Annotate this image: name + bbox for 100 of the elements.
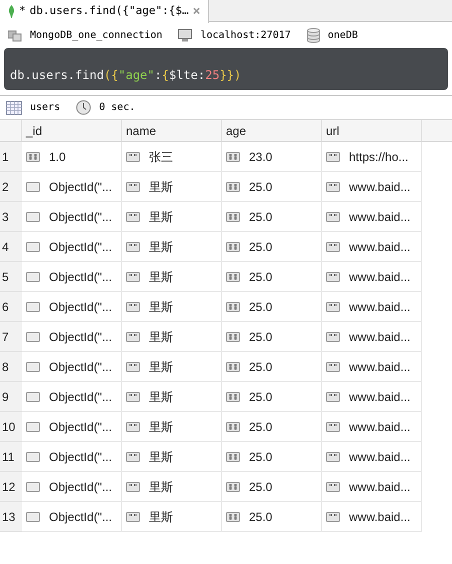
- modified-mark: *: [19, 3, 26, 20]
- server-address: localhost:27017: [200, 28, 291, 42]
- database-name: oneDB: [328, 28, 358, 42]
- table-cell-text: 23.0: [249, 148, 272, 166]
- table-cell-text: www.baid...: [349, 238, 410, 256]
- string-type-icon: [326, 512, 340, 522]
- string-type-icon: [126, 452, 140, 462]
- string-type-icon: [126, 482, 140, 492]
- table-cell-text: ObjectId("...: [49, 178, 112, 196]
- object-type-icon: [26, 362, 40, 372]
- string-type-icon: [326, 182, 340, 192]
- number-type-icon: [226, 332, 240, 342]
- table-cell-text: www.baid...: [349, 388, 410, 406]
- table-cell-text: 里斯: [149, 178, 173, 196]
- query-token: "age": [118, 67, 154, 84]
- string-type-icon: [126, 242, 140, 252]
- row-number: 6: [0, 292, 22, 322]
- number-type-icon: [226, 512, 240, 522]
- table-cell-text: 25.0: [249, 358, 272, 376]
- number-type-icon: [226, 212, 240, 222]
- table-cell-text: ObjectId("...: [49, 358, 112, 376]
- string-type-icon: [126, 422, 140, 432]
- object-type-icon: [26, 332, 40, 342]
- row-number: 9: [0, 382, 22, 412]
- table-cell-text: www.baid...: [349, 208, 410, 226]
- table-cell-text: 里斯: [149, 448, 173, 466]
- number-type-icon: [226, 452, 240, 462]
- table-cell-text: www.baid...: [349, 358, 410, 376]
- table-cell-text: ObjectId("...: [49, 478, 112, 496]
- table-cell-text: ObjectId("...: [49, 208, 112, 226]
- connection-name: MongoDB_one_connection: [30, 28, 162, 42]
- table-cell-text: 25.0: [249, 298, 272, 316]
- number-type-icon: [226, 272, 240, 282]
- collection-name: users: [30, 101, 60, 115]
- query-time: 0 sec.: [99, 101, 136, 115]
- number-type-icon: [226, 242, 240, 252]
- column-header[interactable]: age: [222, 120, 322, 141]
- row-number: 12: [0, 472, 22, 502]
- object-type-icon: [26, 182, 40, 192]
- table-cell-text: www.baid...: [349, 418, 410, 436]
- object-type-icon: [26, 512, 40, 522]
- string-type-icon: [126, 302, 140, 312]
- table-cell-text: ObjectId("...: [49, 388, 112, 406]
- monitor-icon: [178, 28, 192, 42]
- query-tab[interactable]: * db.users.find({"age":{$… ×: [0, 0, 210, 23]
- query-token: {: [162, 67, 169, 84]
- object-type-icon: [26, 392, 40, 402]
- string-type-icon: [326, 242, 340, 252]
- row-number: 10: [0, 412, 22, 442]
- number-type-icon: [226, 422, 240, 432]
- table-cell-text: 里斯: [149, 388, 173, 406]
- query-editor[interactable]: db.users.find({"age":{$lte:25}}): [4, 48, 448, 90]
- column-header[interactable]: _id: [22, 120, 122, 141]
- clock-icon: [76, 100, 92, 115]
- row-number: 3: [0, 202, 22, 232]
- column-header[interactable]: url: [322, 120, 422, 141]
- table-cell-text: ObjectId("...: [49, 328, 112, 346]
- table-cell-text: www.baid...: [349, 268, 410, 286]
- string-type-icon: [326, 302, 340, 312]
- row-number: 13: [0, 502, 22, 532]
- row-number: 2: [0, 172, 22, 202]
- table-cell-text: 25.0: [249, 268, 272, 286]
- object-type-icon: [26, 302, 40, 312]
- table-cell-text: 里斯: [149, 418, 173, 436]
- table-cell-text: www.baid...: [349, 478, 410, 496]
- table-cell-text: 25.0: [249, 208, 272, 226]
- table-cell-text: 25.0: [249, 418, 272, 436]
- number-type-icon: [226, 482, 240, 492]
- number-type-icon: [26, 152, 40, 162]
- table-cell-text: 里斯: [149, 508, 173, 526]
- row-number: 1: [0, 142, 22, 172]
- string-type-icon: [326, 272, 340, 282]
- table-cell-text: ObjectId("...: [49, 298, 112, 316]
- query-token: 25: [205, 67, 220, 84]
- query-token: ({: [104, 67, 118, 84]
- query-token: }}): [220, 67, 242, 84]
- string-type-icon: [326, 482, 340, 492]
- object-type-icon: [26, 482, 40, 492]
- number-type-icon: [226, 302, 240, 312]
- table-cell-text: 里斯: [149, 238, 173, 256]
- table-cell-text: 25.0: [249, 448, 272, 466]
- string-type-icon: [326, 392, 340, 402]
- string-type-icon: [126, 182, 140, 192]
- table-cell-text: 张三: [149, 148, 173, 166]
- string-type-icon: [126, 152, 140, 162]
- object-type-icon: [26, 452, 40, 462]
- query-token: $lte: [168, 67, 198, 84]
- string-type-icon: [126, 392, 140, 402]
- row-number: 7: [0, 322, 22, 352]
- query-token: db.users.find: [10, 67, 104, 84]
- network-computer-icon: [8, 28, 22, 42]
- row-number: 11: [0, 442, 22, 472]
- object-type-icon: [26, 422, 40, 432]
- table-cell-text: 里斯: [149, 298, 173, 316]
- table-cell-text: 里斯: [149, 268, 173, 286]
- table-cell-text: ObjectId("...: [49, 238, 112, 256]
- column-header[interactable]: name: [122, 120, 222, 141]
- table-cell-text: 25.0: [249, 388, 272, 406]
- string-type-icon: [126, 512, 140, 522]
- table-cell-text: 里斯: [149, 358, 173, 376]
